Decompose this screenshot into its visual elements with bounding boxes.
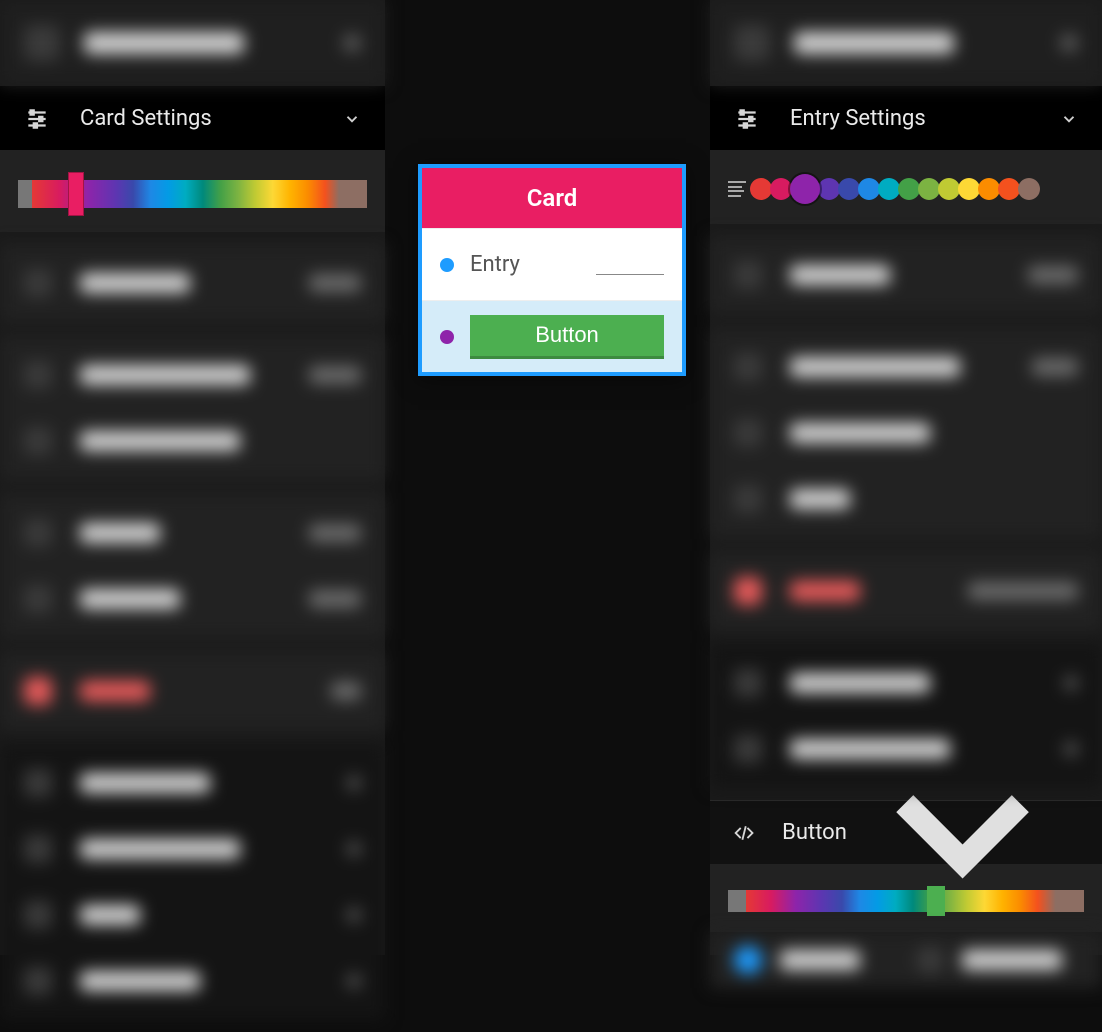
right-panel: Entry Settings xyxy=(710,0,1102,955)
sliders-icon xyxy=(734,106,760,132)
card-button[interactable]: Button xyxy=(470,315,664,359)
card-settings-title: Card Settings xyxy=(80,106,343,131)
card-settings-menu-blurred xyxy=(0,232,385,1032)
text-align-icon xyxy=(728,181,746,197)
button-section-header[interactable]: Button xyxy=(710,800,1102,864)
entry-settings-menu-blurred xyxy=(710,224,1102,800)
color-dot[interactable] xyxy=(958,178,980,200)
chevron-down-icon xyxy=(1060,110,1078,128)
color-dot[interactable] xyxy=(918,178,940,200)
color-dot[interactable] xyxy=(858,178,880,200)
color-dot[interactable] xyxy=(878,178,900,200)
card-entry-row[interactable]: Entry xyxy=(422,228,682,300)
button-color-spectrum[interactable] xyxy=(728,890,1084,912)
entry-settings-title: Entry Settings xyxy=(790,106,1060,131)
button-style-options-blurred xyxy=(710,932,1102,988)
sliders-icon xyxy=(24,106,50,132)
card-title[interactable]: Card xyxy=(422,168,682,228)
button-section-title: Button xyxy=(782,820,847,845)
card-color-picker[interactable] xyxy=(0,150,385,232)
entry-input[interactable] xyxy=(596,274,664,275)
color-dot[interactable] xyxy=(790,174,820,204)
color-dot[interactable] xyxy=(750,178,772,200)
color-dot[interactable] xyxy=(978,178,1000,200)
button-color-thumb[interactable] xyxy=(927,886,945,916)
entry-bullet-icon xyxy=(440,258,454,272)
entry-label: Entry xyxy=(470,252,520,277)
card-button-row[interactable]: Button xyxy=(422,300,682,372)
color-dot[interactable] xyxy=(898,178,920,200)
card-settings-header[interactable]: Card Settings xyxy=(0,86,385,150)
color-dot[interactable] xyxy=(938,178,960,200)
button-bullet-icon xyxy=(440,330,454,344)
card-color-spectrum[interactable] xyxy=(18,180,367,208)
code-icon xyxy=(734,822,754,844)
entry-color-dots[interactable] xyxy=(752,174,1040,204)
left-panel: Card Settings xyxy=(0,0,385,955)
color-dot[interactable] xyxy=(818,178,840,200)
color-dot[interactable] xyxy=(838,178,860,200)
color-dot[interactable] xyxy=(998,178,1020,200)
card-color-thumb[interactable] xyxy=(68,172,84,216)
color-dot[interactable] xyxy=(770,178,792,200)
left-panel-header-blurred xyxy=(0,0,385,86)
color-dot[interactable] xyxy=(1018,178,1040,200)
entry-settings-header[interactable]: Entry Settings xyxy=(710,86,1102,150)
card-preview[interactable]: Card Entry Button xyxy=(418,164,686,376)
entry-color-picker[interactable] xyxy=(710,150,1102,224)
right-panel-header-blurred xyxy=(710,0,1102,86)
chevron-down-icon xyxy=(343,110,361,128)
